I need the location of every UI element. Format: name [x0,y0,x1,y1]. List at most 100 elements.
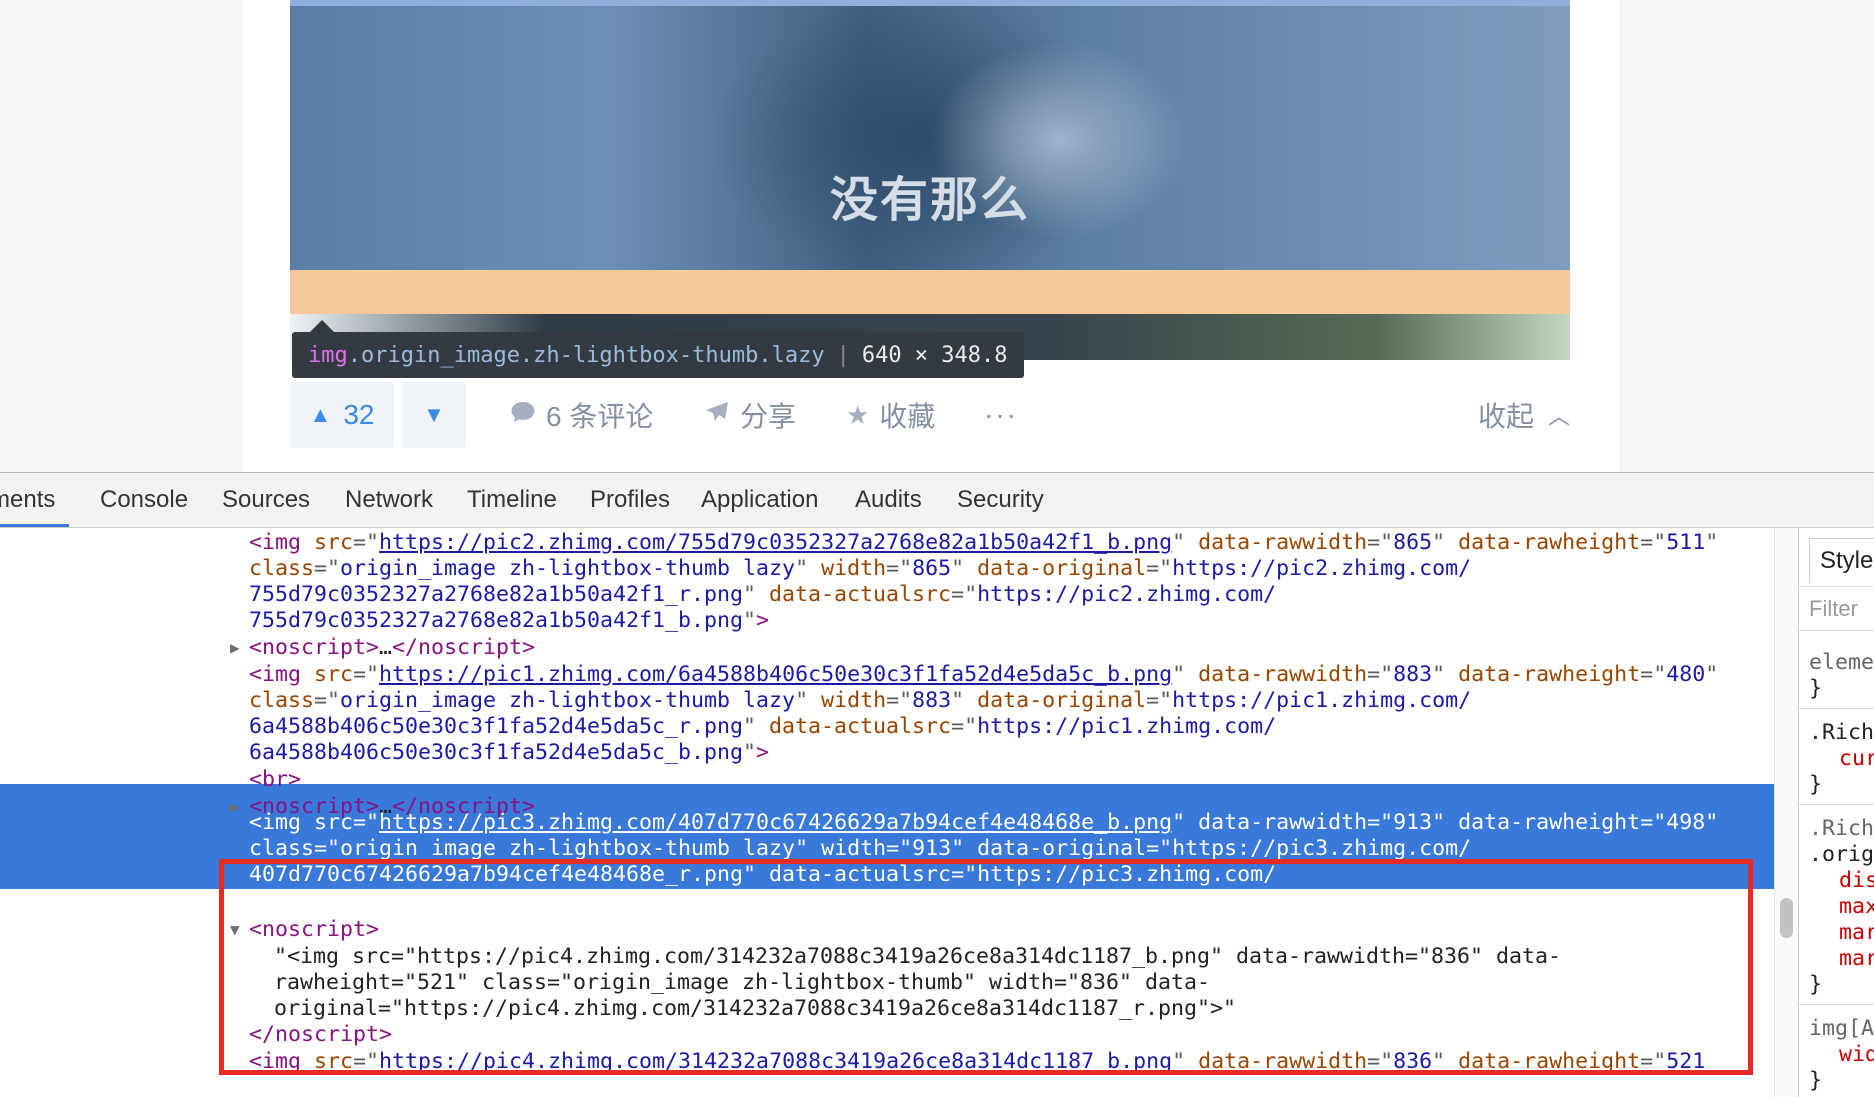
dom-line[interactable]: 6a4588b406c50e30c3f1fa52d4e5da5c_r.png" … [249,714,1774,740]
attr-value: origin_image zh-lightbox-thumb lazy [340,836,796,861]
attr-value: 480 [1666,662,1706,687]
dom-line[interactable]: ▶ <noscript>…</noscript> [230,635,1774,661]
share-label: 分享 [740,401,797,432]
attr-value: origin_image zh-lightbox-thumb lazy [340,556,796,581]
dom-line[interactable]: <img src="https://pic1.zhimg.com/6a4588b… [249,662,1774,688]
style-property[interactable]: display [1839,868,1874,893]
devtools-tabbar: ments Console Sources Network Timeline P… [0,473,1874,528]
attr-value: https://pic3.zhimg.com/ [1172,836,1472,861]
tooltip-divider: | [836,342,850,368]
style-rule-selector[interactable]: element [1809,650,1874,675]
dom-line[interactable]: class="origin_image zh-lightbox-thumb la… [249,556,1774,582]
attr-value: 755d79c0352327a2768e82a1b50a42f1_b.png [249,608,744,633]
tab-sources[interactable]: Sources [222,473,310,527]
image-highlight-strip [290,0,1570,6]
divider [1799,708,1874,709]
style-rule-selector[interactable]: .RichText [1809,816,1874,841]
style-rule-brace: } [1809,1068,1823,1093]
tooltip-size: 640 × 348.8 [861,342,1008,368]
attr-value: 6a4588b406c50e30c3f1fa52d4e5da5c_b.png [249,740,744,765]
dom-line[interactable]: class="origin_image zh-lightbox-thumb la… [249,688,1774,714]
tooltip-classes: .origin_image.zh-lightbox-thumb.lazy [347,342,825,368]
star-icon: ★ [846,399,870,430]
triangle-down-icon: ▼ [423,402,445,427]
dom-line-text: <noscript>…</noscript> [249,635,536,660]
chevron-up-icon: ︿ [1547,404,1570,429]
favorite-button[interactable]: ★ 收藏 [846,382,935,448]
style-property[interactable]: max-width [1839,894,1874,919]
style-property[interactable]: cursor [1839,746,1874,771]
attr-value: 865 [1393,530,1433,555]
comments-label: 6 条评论 [546,401,654,432]
inspect-tooltip: img .origin_image.zh-lightbox-thumb.lazy |… [292,320,1024,378]
tab-profiles[interactable]: Profiles [590,473,670,527]
triangle-up-icon: ▲ [309,402,332,427]
dom-line[interactable]: <br> [249,767,1774,793]
favorite-label: 收藏 [879,401,936,432]
share-button[interactable]: 分享 [704,382,796,448]
image-peach-band [290,270,1570,314]
attr-value: origin_image zh-lightbox-thumb lazy [340,688,796,713]
tab-console[interactable]: Console [100,473,188,527]
webpage-viewport: 没有那么 img .origin_image.zh-lightbox-thumb.… [0,0,1874,472]
tab-styles[interactable]: Styles [1809,538,1874,583]
attr-value: 498 [1666,810,1706,835]
styles-panel: Styles Filter element } .RichText cursor… [1798,528,1874,1097]
dom-line[interactable]: <img src="https://pic2.zhimg.com/755d79c… [249,530,1774,556]
tooltip-tag: img [308,342,348,368]
upvote-count: 32 [343,399,375,430]
upvote-button[interactable]: ▲ 32 [290,382,394,448]
attr-value: https://pic2.zhimg.com/ [977,582,1277,607]
tab-application[interactable]: Application [701,473,818,527]
dom-line[interactable]: 6a4588b406c50e30c3f1fa52d4e5da5c_b.png"> [249,740,1774,766]
dom-line-selected[interactable]: <img src="https://pic3.zhimg.com/407d770… [249,810,1774,836]
style-rule-selector[interactable]: .RichText [1809,720,1874,745]
expand-triangle-icon[interactable]: ▶ [230,635,244,661]
tab-audits[interactable]: Audits [855,473,922,527]
tab-network[interactable]: Network [345,473,433,527]
scrollbar-thumb[interactable] [1780,898,1793,938]
attr-value: 511 [1666,530,1706,555]
image-caption: 没有那么 [829,172,1030,228]
downvote-button[interactable]: ▼ [402,382,466,448]
style-property[interactable]: width [1839,1042,1874,1067]
style-rule-brace: } [1809,972,1823,997]
attr-value: https://pic1.zhimg.com/ [1172,688,1472,713]
tab-security[interactable]: Security [957,473,1044,527]
styles-filter-input[interactable]: Filter [1799,586,1874,631]
dom-link[interactable]: https://pic3.zhimg.com/407d770c67426629a… [379,810,1172,835]
attr-value: https://pic2.zhimg.com/ [1172,556,1472,581]
attr-value: https://pic1.zhimg.com/ [977,714,1277,739]
dom-link[interactable]: https://pic1.zhimg.com/6a4588b406c50e30c… [379,662,1172,687]
dom-link[interactable]: https://pic2.zhimg.com/755d79c0352327a27… [379,530,1172,555]
attr-value: 913 [1393,810,1433,835]
attr-value: 883 [912,688,952,713]
dom-line[interactable]: 755d79c0352327a2768e82a1b50a42f1_b.png"> [249,608,1774,634]
paper-plane-icon [704,400,730,431]
style-property[interactable]: margin [1839,946,1874,971]
dom-tree-scrollbar[interactable] [1774,528,1799,1097]
tab-timeline[interactable]: Timeline [467,473,557,527]
attr-value: 6a4588b406c50e30c3f1fa52d4e5da5c_r.png [249,714,744,739]
style-property[interactable]: margin [1839,920,1874,945]
tab-elements[interactable]: ments [0,473,70,527]
attr-value: 883 [1393,662,1433,687]
comments-button[interactable]: 6 条评论 [510,382,653,448]
divider [1799,1004,1874,1005]
style-rule-selector[interactable]: img[Attributes [1809,1016,1874,1041]
style-rule-brace: } [1809,772,1823,797]
attr-value: 865 [912,556,952,581]
more-button[interactable]: ··· [984,382,1018,448]
style-rule-selector[interactable]: .origin [1809,842,1874,867]
attr-value: 913 [912,836,952,861]
collapse-label: 收起 [1477,401,1534,432]
article-image[interactable]: 没有那么 [290,0,1570,360]
annotation-highlight-box [219,859,1753,1075]
dom-line[interactable]: 755d79c0352327a2768e82a1b50a42f1_r.png" … [249,582,1774,608]
attr-value: 755d79c0352327a2768e82a1b50a42f1_r.png [249,582,744,607]
answer-action-bar: ▲ 32 ▼ 6 条评论 分享 ★ 收藏 ··· 收起 ︿ [290,382,1570,448]
expand-triangle-icon[interactable]: ▶ [230,794,244,820]
collapse-button[interactable]: 收起 ︿ [1478,382,1570,448]
comment-bubble-icon [510,400,536,431]
divider [1799,630,1874,631]
